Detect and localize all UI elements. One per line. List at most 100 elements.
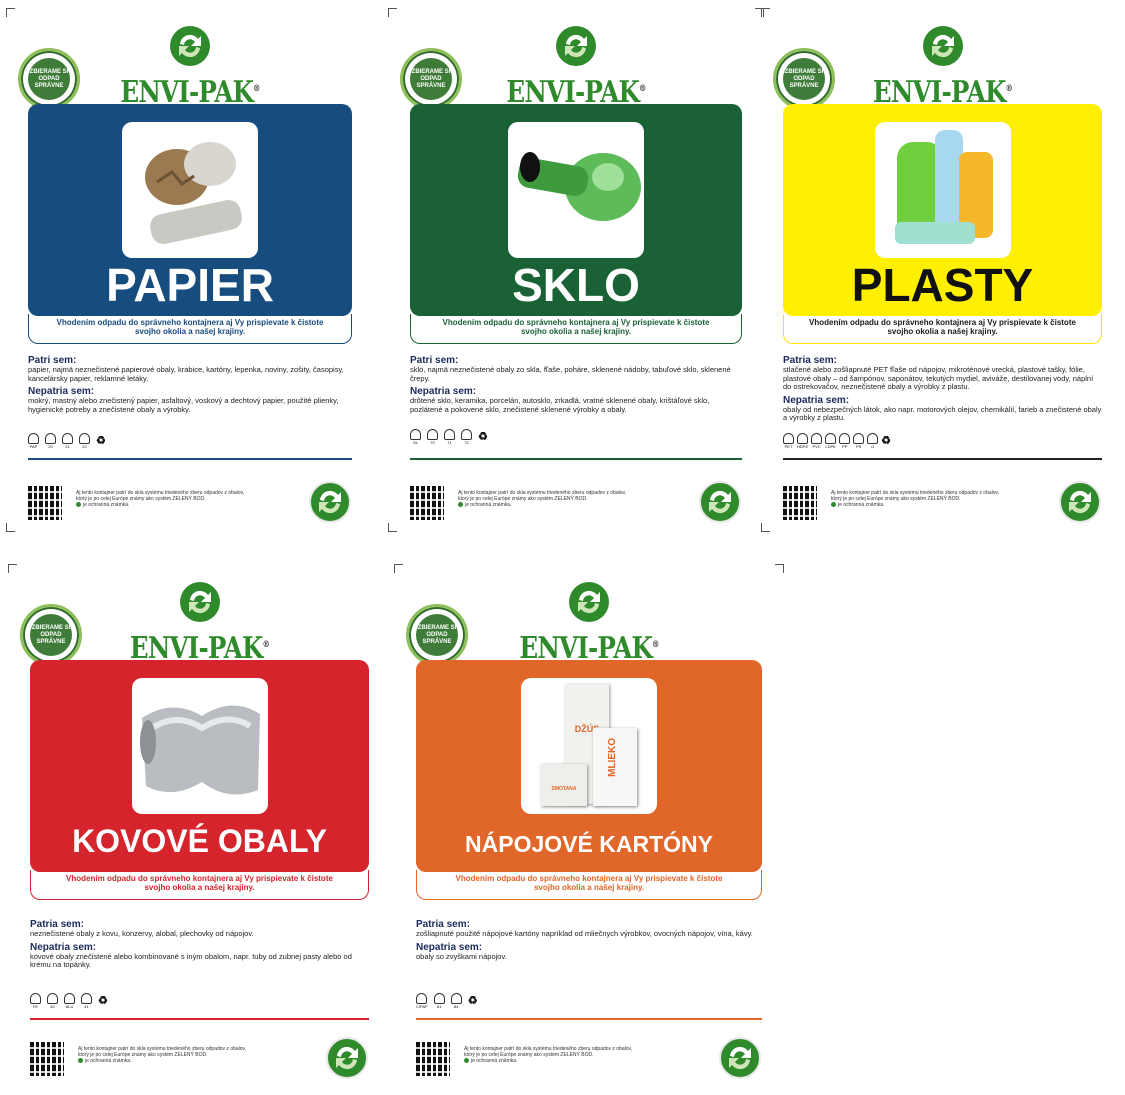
carton-label: SMOTANA — [551, 786, 577, 792]
nepatria-text: obaly od nebezpečných látok, ako napr. m… — [783, 404, 1102, 422]
brand-header: ZBIERAME SI ODPAD SPRÁVNE ENVI-PAK® — [392, 24, 760, 112]
poster-papier: ZBIERAME SI ODPAD SPRÁVNE ENVI-PAK® PAPI… — [6, 8, 370, 532]
nepatria-label: Nepatria sem: — [30, 941, 97, 953]
instructions: Patria sem: zošliapnuté použité nápojové… — [416, 916, 762, 961]
recycle-code-icon: LDPE — [825, 433, 837, 449]
bin-title: SKLO — [512, 259, 640, 311]
nepatria-label: Nepatria sem: — [783, 394, 850, 406]
qr-code-icon — [783, 486, 817, 520]
poster-sklo: ZBIERAME SI ODPAD SPRÁVNE ENVI-PAK® SKLO… — [388, 8, 764, 532]
green-dot-icon — [719, 1037, 761, 1079]
footer: Aj tento kontajner patrí do skla systému… — [410, 480, 742, 530]
qr-code-icon — [410, 486, 444, 520]
bottle-icon — [508, 122, 644, 258]
bin-person-icon: ♻ — [881, 435, 891, 447]
green-dot-icon — [556, 26, 596, 66]
recycle-code-icon: HDPE — [797, 433, 808, 449]
patria-text: sklo, najmä neznečistené obaly zo skla, … — [410, 365, 731, 383]
can-icon — [131, 678, 268, 814]
footer: Aj tento kontajner patrí do skla systému… — [783, 480, 1102, 530]
bin-title: NÁPOJOVÉ KARTÓNY — [465, 831, 713, 857]
crop-mark — [761, 523, 770, 532]
recycle-code-icon: 21 — [62, 433, 73, 449]
color-panel: PAPIER — [28, 104, 352, 316]
recycle-code-icon: PAP — [28, 433, 39, 449]
patria-text: zošliapnuté použité nápojové kartóny nap… — [416, 929, 753, 938]
crop-mark — [388, 523, 397, 532]
cream-carton: SMOTANA — [541, 764, 587, 806]
paper-icon — [122, 122, 258, 258]
green-dot-icon — [326, 1037, 368, 1079]
recycle-code-icon: PS — [853, 433, 865, 449]
bin-person-icon: ♻ — [96, 435, 106, 447]
crop-mark — [775, 564, 784, 573]
recycle-code-icon: 70 — [427, 429, 438, 445]
recycle-code-icon: 22 — [79, 433, 90, 449]
recycle-code-icon: 41 — [81, 993, 92, 1009]
qr-code-icon — [30, 1042, 64, 1076]
recycle-code-icon: 71 — [444, 429, 455, 445]
recycle-code-icon: 40 — [47, 993, 58, 1009]
divider — [28, 458, 352, 460]
bin-person-icon: ♻ — [98, 995, 108, 1007]
footer-text: Aj tento kontajner patrí do skla systému… — [458, 490, 627, 508]
recycle-codes: PAP 20 21 22 ♻ — [28, 433, 108, 449]
footer: Aj tento kontajner patrí do skla systému… — [416, 1036, 762, 1086]
bin-title: PAPIER — [106, 259, 274, 311]
recycle-code-icon: 20 — [45, 433, 56, 449]
bin-title: PLASTY — [851, 259, 1034, 311]
bin-person-icon: ♻ — [467, 995, 478, 1007]
recycle-code-icon: PP — [839, 433, 851, 449]
recycle-code-icon: GL — [410, 429, 421, 445]
crop-mark — [761, 8, 770, 17]
recycle-code-icon: 81 — [433, 993, 445, 1009]
divider — [410, 458, 742, 460]
slogan: Vhodením odpadu do správneho kontajnera … — [410, 314, 742, 344]
recycle-code-icon: C/PAP — [416, 993, 428, 1009]
footer-text: Aj tento kontajner patrí do skla systému… — [831, 490, 1000, 508]
color-panel: PLASTY — [783, 104, 1102, 316]
poster-plasty: ZBIERAME SI ODPAD SPRÁVNE ENVI-PAK® PLAS… — [761, 8, 1120, 532]
slogan: Vhodením odpadu do správneho kontajnera … — [416, 870, 762, 900]
footer-text: Aj tento kontajner patrí do skla systému… — [78, 1046, 247, 1064]
poster-kovove-obaly: ZBIERAME SI ODPAD SPRÁVNE ENVI-PAK® KOVO… — [8, 564, 387, 1085]
plastic-icon — [874, 122, 1011, 258]
recycle-code-icon: 72 — [461, 429, 472, 445]
carton-icon: DŽÚS MLIEKO SMOTANA — [521, 678, 657, 814]
recycle-code-icon: FE — [30, 993, 41, 1009]
footer-text: Aj tento kontajner patrí do skla systému… — [464, 1046, 633, 1064]
slogan: Vhodením odpadu do správneho kontajnera … — [783, 314, 1102, 344]
recycle-code-icon: PET — [783, 433, 794, 449]
crop-mark — [394, 564, 403, 573]
footer: Aj tento kontajner patrí do skla systému… — [28, 480, 352, 530]
recycle-code-icon: PVC — [811, 433, 823, 449]
crop-mark — [388, 8, 397, 17]
green-dot-icon — [922, 26, 963, 66]
divider — [783, 458, 1102, 460]
color-panel: SKLO — [410, 104, 742, 316]
patria-text: stlačené alebo zošliapnuté PET fľaše od … — [783, 365, 1094, 391]
crop-mark — [8, 564, 17, 573]
crop-mark — [6, 8, 15, 17]
brand-header: ZBIERAME SI ODPAD SPRÁVNE ENVI-PAK® — [765, 24, 1120, 112]
patria-text: neznečistené obaly z kovu, konzervy, alo… — [30, 929, 254, 938]
patria-text: papier, najmä neznečistené papierové oba… — [28, 365, 344, 383]
color-panel: DŽÚS MLIEKO SMOTANA NÁPOJOVÉ KARTÓNY — [416, 660, 762, 872]
nepatria-label: Nepatria sem: — [416, 941, 483, 953]
recycle-codes: C/PAP 81 84 ♻ — [416, 993, 480, 1009]
bin-title: KOVOVÉ OBALY — [72, 823, 327, 859]
qr-code-icon — [28, 486, 62, 520]
recycle-codes: FE 40 ALU 41 ♻ — [30, 993, 110, 1009]
poster-napojove-kartony: ZBIERAME SI ODPAD SPRÁVNE ENVI-PAK® DŽÚS… — [394, 564, 784, 1086]
green-dot-icon — [179, 582, 220, 622]
footer-text: Aj tento kontajner patrí do skla systému… — [76, 490, 245, 508]
green-dot-icon — [170, 26, 210, 66]
green-dot-icon — [699, 481, 741, 523]
instructions: Patria sem: stlačené alebo zošliapnuté P… — [783, 352, 1102, 423]
slogan: Vhodením odpadu do správneho kontajnera … — [30, 870, 369, 900]
crop-mark — [6, 523, 15, 532]
nepatria-text: kovové obaly znečistené alebo kombinovan… — [30, 951, 352, 969]
brand-header: ZBIERAME SI ODPAD SPRÁVNE ENVI-PAK® — [10, 24, 370, 112]
color-panel: KOVOVÉ OBALY — [30, 660, 369, 872]
divider — [30, 1018, 369, 1020]
